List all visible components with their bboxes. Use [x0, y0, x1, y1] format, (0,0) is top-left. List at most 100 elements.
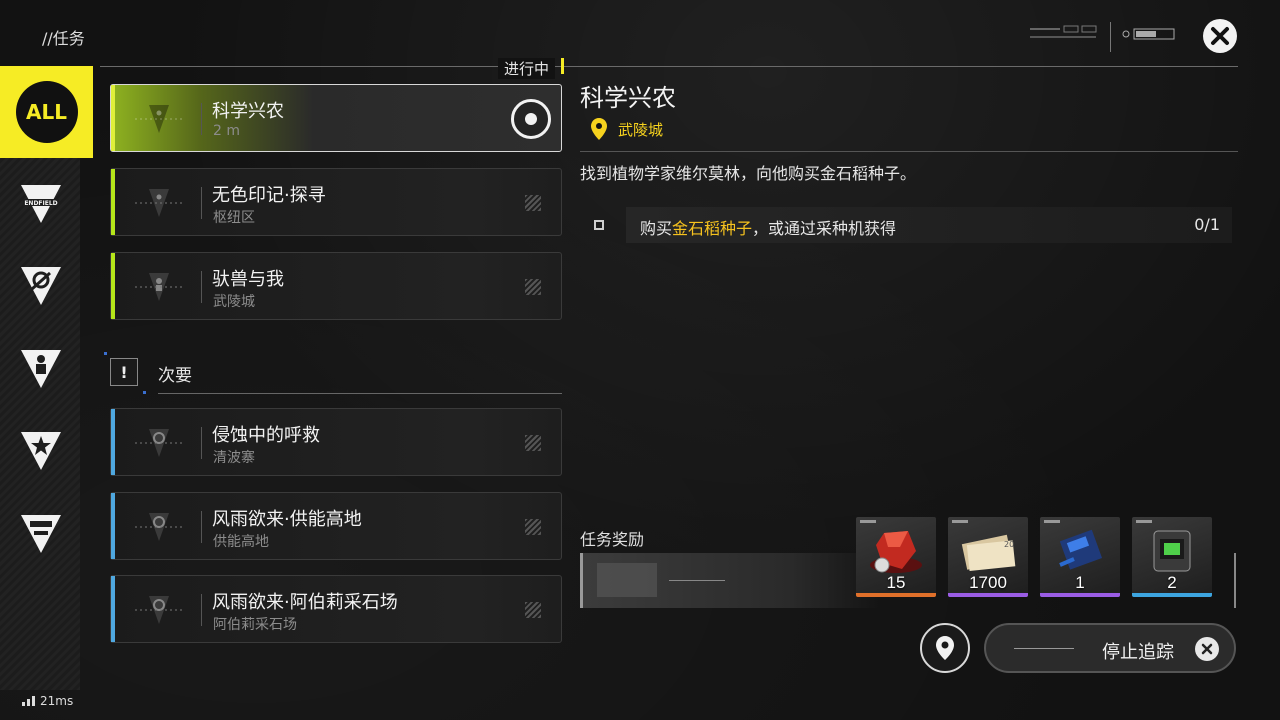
objective-checkbox [594, 220, 604, 230]
blue-component-icon [1059, 529, 1103, 570]
stop-tracking-label: 停止追踪 [1102, 642, 1174, 663]
card-separator [201, 187, 202, 219]
reward-quantity: 2 [1167, 573, 1177, 592]
quest-accent-bar [111, 85, 115, 151]
tracking-dot [525, 113, 537, 125]
close-icon [1201, 643, 1213, 655]
person-triangle-icon [21, 350, 61, 388]
slash-quest-icon [135, 513, 183, 541]
currency-notes-icon: 20 [961, 534, 1016, 572]
sidebar-item-endfield[interactable]: ENDFIELD [18, 181, 64, 227]
slash-triangle-icon [21, 267, 61, 305]
star-triangle-icon [21, 432, 61, 470]
map-pin-icon [936, 636, 954, 660]
card-separator [201, 511, 202, 543]
quest-location-text: 武陵城 [618, 120, 664, 139]
rewards-end-marker [1234, 553, 1236, 608]
hatch-decoration [525, 195, 541, 211]
reward-item[interactable]: 2 [1132, 517, 1212, 597]
header-divider [100, 66, 1238, 67]
quest-accent-bar [111, 409, 115, 475]
quest-card-selected[interactable]: 科学兴农 2 m [110, 84, 562, 152]
hatch-decoration [525, 602, 541, 618]
section-status-label: 进行中 [498, 58, 556, 79]
detail-divider [580, 151, 1238, 152]
secondary-alert-icon: ! [110, 358, 138, 386]
close-icon [1211, 27, 1229, 45]
quest-distance: 2 m [213, 123, 240, 139]
quest-location: 清波寨 [213, 450, 255, 466]
svg-text:20: 20 [1004, 540, 1014, 549]
header-decoration [1030, 25, 1097, 38]
reward-item[interactable]: 15 [856, 517, 936, 597]
rarity-bar [856, 593, 936, 597]
red-crystal-icon [870, 531, 922, 573]
slash-quest-icon [135, 596, 183, 624]
main-quest-icon [135, 105, 183, 133]
objective-prefix: 购买 [640, 219, 673, 238]
button-decoration-line [1014, 648, 1074, 649]
signal-icon [22, 696, 35, 706]
all-filter-icon: ALL [15, 81, 78, 143]
network-status: 21ms [22, 694, 73, 708]
quest-title: 侵蚀中的呼救 [212, 425, 320, 446]
quest-card[interactable]: 无色印记·探寻 枢纽区 [110, 168, 562, 236]
quest-card[interactable]: 风雨欲来·供能高地 供能高地 [110, 492, 562, 560]
objective-suffix: ，或通过采种机获得 [752, 219, 897, 238]
page-title: //任务 [42, 29, 85, 48]
main-quest-icon [135, 189, 183, 217]
header-decoration-2 [1122, 28, 1175, 40]
objective-text: 购买金石稻种子，或通过采种机获得 [640, 215, 896, 239]
status-marker [561, 58, 564, 74]
svg-text:ENDFIELD: ENDFIELD [24, 200, 57, 207]
quest-title: 无色印记·探寻 [212, 185, 326, 206]
objective-highlight: 金石稻种子 [672, 219, 753, 238]
person-quest-icon [135, 273, 183, 301]
reward-tag [952, 520, 968, 523]
quest-description: 找到植物学家维尔莫林，向他购买金石稻种子。 [580, 164, 917, 183]
hatch-decoration [525, 279, 541, 295]
sidebar-item-all[interactable]: ALL [0, 66, 93, 158]
sidebar-item-category-3[interactable] [18, 346, 64, 392]
reward-tag [1044, 520, 1060, 523]
quest-accent-bar [111, 576, 115, 642]
quest-accent-bar [111, 493, 115, 559]
map-locate-button[interactable] [920, 623, 970, 673]
reward-item[interactable]: 20 1700 [948, 517, 1028, 597]
stop-tracking-button[interactable]: 停止追踪 [984, 623, 1236, 673]
quest-title: 风雨欲来·阿伯莉采石场 [212, 592, 398, 613]
sidebar-item-category-4[interactable] [18, 428, 64, 474]
rarity-bar [948, 593, 1028, 597]
stop-tracking-icon [1195, 637, 1219, 661]
quest-card[interactable]: 驮兽与我 武陵城 [110, 252, 562, 320]
decor-dot [143, 391, 146, 394]
quest-card[interactable]: 风雨欲来·阿伯莉采石场 阿伯莉采石场 [110, 575, 562, 643]
quest-location: 供能高地 [213, 534, 269, 550]
quest-card[interactable]: 侵蚀中的呼救 清波寨 [110, 408, 562, 476]
rewards-label: 任务奖励 [580, 530, 645, 549]
card-separator [201, 427, 202, 459]
objective-progress: 0/1 [1194, 215, 1220, 234]
sidebar-item-category-2[interactable] [18, 263, 64, 309]
quest-title: 风雨欲来·供能高地 [212, 509, 362, 530]
reward-item[interactable]: 1 [1040, 517, 1120, 597]
card-separator [201, 271, 202, 303]
sidebar-item-category-5[interactable] [18, 511, 64, 557]
card-separator [201, 103, 202, 135]
rarity-bar [1040, 593, 1120, 597]
slash-quest-icon [135, 429, 183, 457]
reward-tag [1136, 520, 1152, 523]
quest-location: 枢纽区 [213, 210, 255, 226]
endfield-icon: ENDFIELD [21, 185, 61, 223]
ping-value: 21ms [40, 694, 74, 708]
secondary-divider [158, 393, 562, 394]
decor-dot [104, 352, 107, 355]
reward-quantity: 1700 [969, 573, 1007, 592]
hatch-decoration [525, 519, 541, 535]
rewards-strip [580, 553, 880, 608]
quest-location-row: 武陵城 [590, 117, 663, 141]
close-button[interactable] [1203, 19, 1237, 53]
rarity-bar [1132, 593, 1212, 597]
tracking-target-icon[interactable] [511, 99, 551, 139]
objective-row: 购买金石稻种子，或通过采种机获得 0/1 [626, 207, 1232, 243]
